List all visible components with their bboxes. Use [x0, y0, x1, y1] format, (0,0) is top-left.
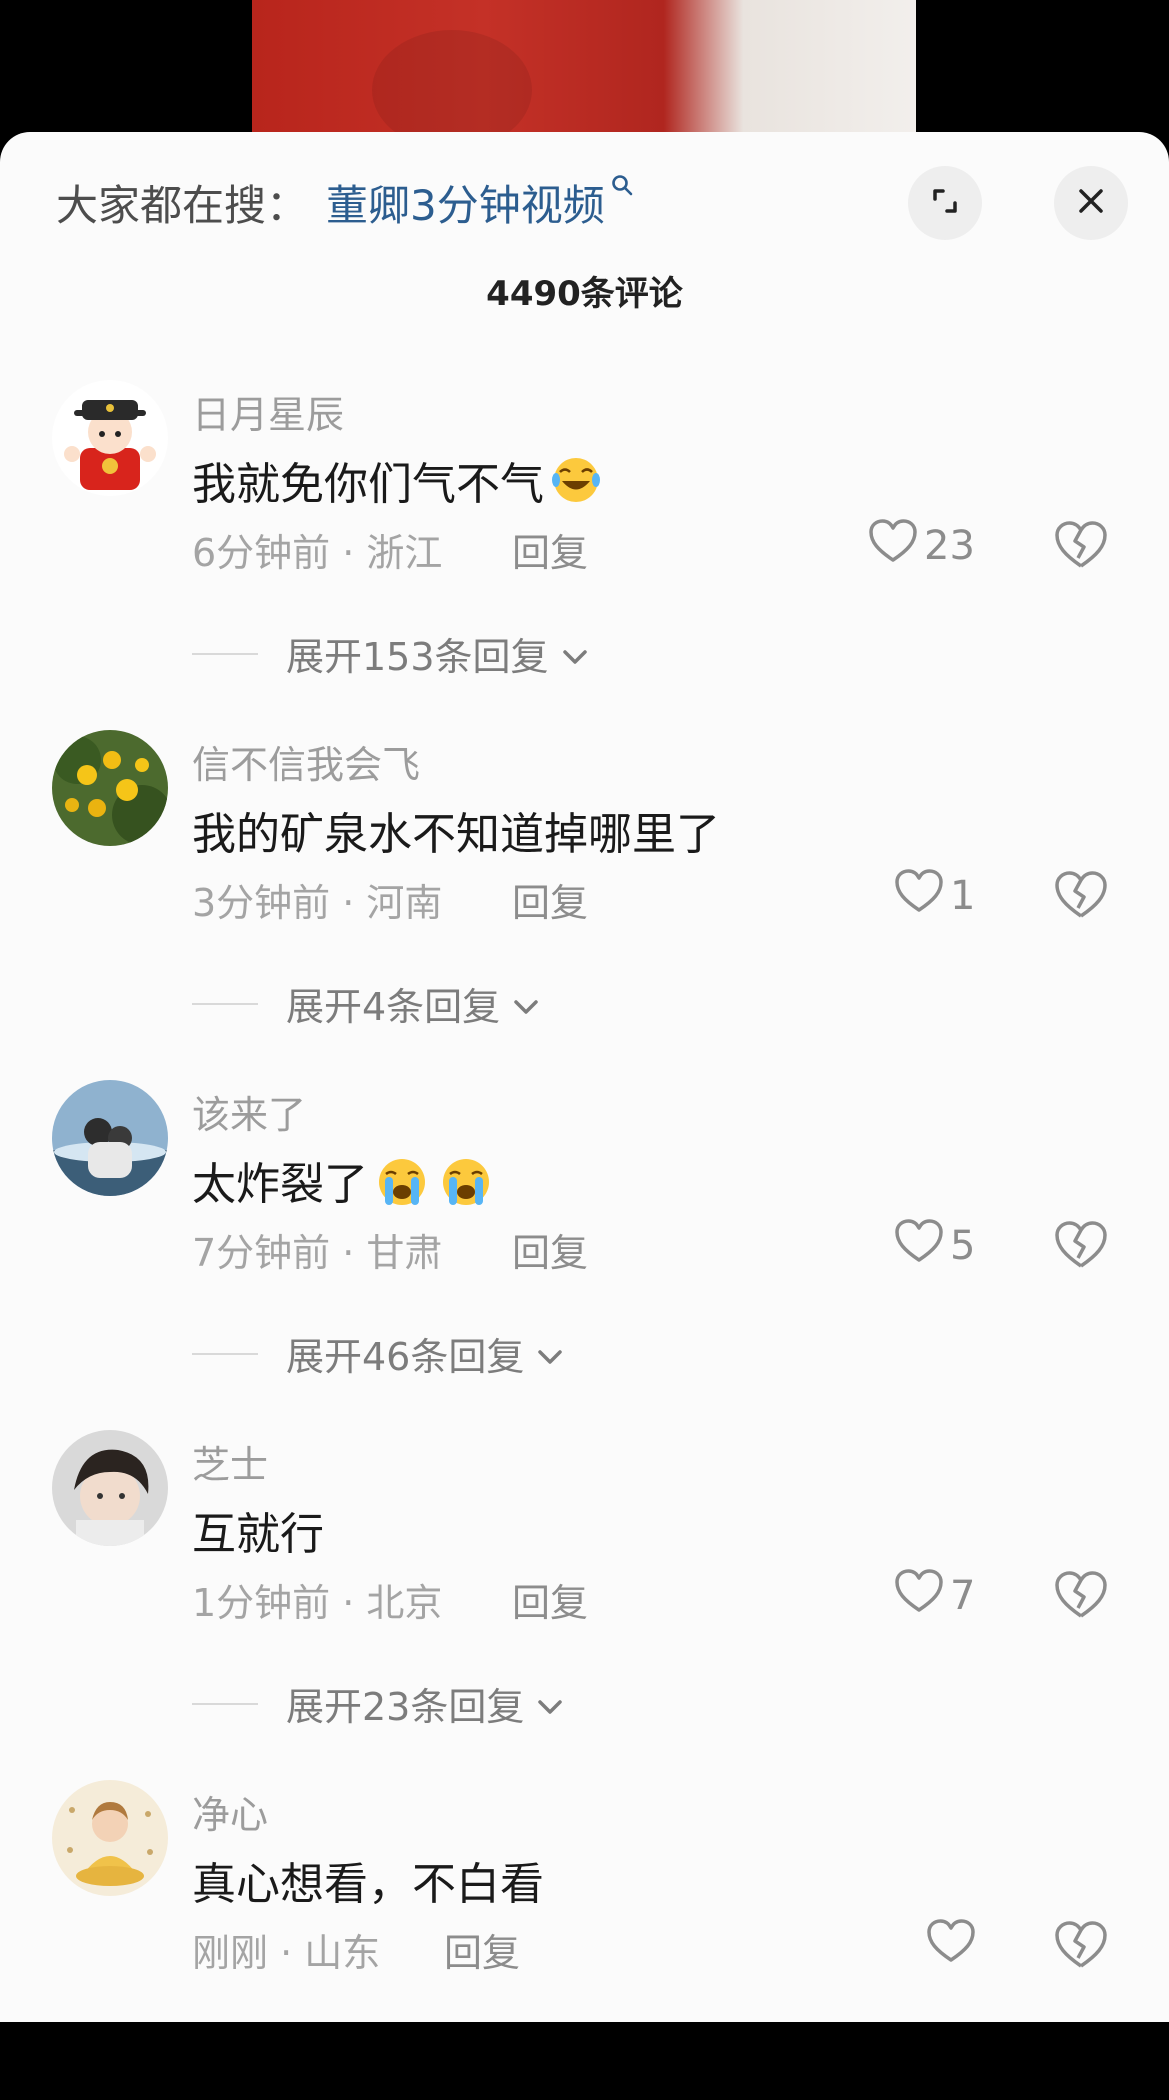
comments-sheet: 大家都在搜： 董卿3分钟视频 4490条评论 日月星辰 我就免你们气不气 6分钟…	[0, 132, 1169, 2022]
comment-text-body: 互就行	[192, 1509, 324, 1560]
expand-divider	[192, 1702, 258, 1705]
avatar[interactable]	[52, 730, 168, 846]
comment-item: 信不信我会飞 我的矿泉水不知道掉哪里了 3分钟前 · 河南 回复 1 展开4条回…	[0, 730, 1169, 1050]
loudly-crying-emoji-icon	[372, 1154, 432, 1206]
comment-text-body: 我就免你们气不气	[192, 459, 544, 510]
comment-username[interactable]: 净心	[192, 1784, 268, 1839]
expand-replies-button[interactable]: 展开4条回复	[192, 976, 542, 1031]
heart-icon	[894, 1218, 944, 1274]
search-suggestion-prefix: 大家都在搜：	[56, 180, 309, 230]
heart-icon	[894, 1568, 944, 1624]
broken-heart-icon[interactable]	[1054, 1570, 1108, 1624]
expand-replies-label: 展开4条回复	[286, 985, 501, 1029]
loudly-crying-emoji-icon	[436, 1154, 496, 1206]
search-suggestion[interactable]: 大家都在搜： 董卿3分钟视频	[56, 172, 633, 232]
like-count: 23	[924, 523, 975, 569]
comment-text: 真心想看，不白看	[192, 1848, 544, 1912]
like-count: 7	[950, 1573, 976, 1619]
broken-heart-icon[interactable]	[1054, 520, 1108, 574]
comment-item: 日月星辰 我就免你们气不气 6分钟前 · 浙江 回复 23 展开153条回复	[0, 380, 1169, 700]
heart-icon	[926, 1918, 976, 1974]
expand-replies-button[interactable]: 展开46条回复	[192, 1326, 566, 1381]
comment-username[interactable]: 芝士	[192, 1434, 268, 1489]
comment-meta: 6分钟前 · 浙江	[192, 531, 443, 575]
reply-button[interactable]: 回复	[512, 1572, 588, 1627]
comment-meta: 7分钟前 · 甘肃	[192, 1231, 443, 1275]
expand-replies-button[interactable]: 展开23条回复	[192, 1676, 566, 1731]
like-button[interactable]	[926, 1916, 982, 1976]
comment-username[interactable]: 日月星辰	[192, 384, 344, 439]
close-icon	[1075, 185, 1107, 221]
expand-replies-label: 展开153条回复	[286, 635, 549, 679]
broken-heart-icon[interactable]	[1054, 870, 1108, 924]
chevron-down-icon	[534, 1338, 566, 1370]
comment-item: 该来了 太炸裂了 7分钟前 · 甘肃 回复 5 展开46条回复	[0, 1080, 1169, 1400]
comment-text-body: 太炸裂了	[192, 1159, 368, 1210]
expand-divider	[192, 1352, 258, 1355]
heart-icon	[894, 868, 944, 924]
comment-text: 太炸裂了	[192, 1148, 496, 1212]
expand-button[interactable]	[908, 166, 982, 240]
comment-text: 互就行	[192, 1498, 324, 1562]
comment-username[interactable]: 信不信我会飞	[192, 734, 420, 789]
broken-heart-icon[interactable]	[1054, 1920, 1108, 1974]
comment-text: 我的矿泉水不知道掉哪里了	[192, 798, 720, 862]
comment-username[interactable]: 该来了	[192, 1084, 306, 1139]
comment-text-body: 真心想看，不白看	[192, 1859, 544, 1910]
chevron-down-icon	[559, 638, 591, 670]
close-button[interactable]	[1054, 166, 1128, 240]
comment-meta: 刚刚 · 山东	[192, 1931, 381, 1975]
comment-text-body: 我的矿泉水不知道掉哪里了	[192, 809, 720, 860]
avatar[interactable]	[52, 1430, 168, 1546]
reply-button[interactable]: 回复	[512, 522, 588, 577]
reply-button[interactable]: 回复	[512, 1222, 588, 1277]
expand-icon	[927, 183, 963, 223]
reply-button[interactable]: 回复	[512, 872, 588, 927]
avatar[interactable]	[52, 380, 168, 496]
expand-replies-label: 展开46条回复	[286, 1335, 525, 1379]
comment-item: 芝士 互就行 1分钟前 · 北京 回复 7 展开23条回复	[0, 1430, 1169, 1750]
like-button[interactable]: 5	[894, 1216, 975, 1276]
comment-meta: 3分钟前 · 河南	[192, 881, 443, 925]
laugh-cry-emoji-icon	[548, 454, 608, 506]
chevron-down-icon	[510, 988, 542, 1020]
comment-text: 我就免你们气不气	[192, 448, 608, 512]
like-button[interactable]: 23	[868, 516, 975, 576]
like-count: 5	[950, 1223, 976, 1269]
like-button[interactable]: 1	[894, 866, 975, 926]
expand-divider	[192, 1002, 258, 1005]
like-button[interactable]: 7	[894, 1566, 975, 1626]
expand-replies-button[interactable]: 展开153条回复	[192, 626, 591, 681]
expand-replies-label: 展开23条回复	[286, 1685, 525, 1729]
comment-count: 4490条评论	[486, 274, 683, 314]
avatar[interactable]	[52, 1780, 168, 1896]
like-count: 1	[950, 873, 976, 919]
avatar[interactable]	[52, 1080, 168, 1196]
chevron-down-icon	[534, 1688, 566, 1720]
expand-divider	[192, 652, 258, 655]
broken-heart-icon[interactable]	[1054, 1220, 1108, 1274]
heart-icon	[868, 518, 918, 574]
search-icon	[611, 174, 633, 202]
reply-button[interactable]: 回复	[444, 1922, 520, 1977]
comment-meta: 1分钟前 · 北京	[192, 1581, 443, 1625]
comment-item: 净心 真心想看，不白看 刚刚 · 山东 回复	[0, 1780, 1169, 2100]
search-suggestion-link[interactable]: 董卿3分钟视频	[326, 172, 605, 233]
